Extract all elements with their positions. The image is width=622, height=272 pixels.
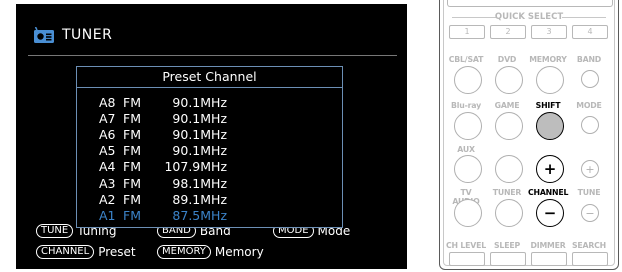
quick-select-3-button[interactable]: 3 [531, 25, 567, 39]
preset-number: A3 [99, 175, 116, 191]
popup-title: Preset Channel [77, 67, 342, 88]
memory-label: MEMORY [529, 55, 567, 64]
quick-select-2-button[interactable]: 2 [490, 25, 526, 39]
minus-icon: − [585, 206, 595, 220]
band-button[interactable] [581, 70, 599, 88]
preset-band: FM [123, 159, 141, 175]
aux-button[interactable] [454, 155, 482, 183]
preset-band: FM [123, 143, 141, 159]
remote-panel: QUICK SELECT 1 2 3 4 CBL/SAT DVD MEMORY … [443, 0, 615, 266]
plus-icon: + [543, 159, 557, 178]
legend-channel: CHANNEL Preset [36, 245, 136, 259]
memory-key: MEMORY [157, 245, 211, 259]
preset-row[interactable]: A6 FM 90.1MHz [99, 126, 227, 142]
preset-band: FM [123, 207, 141, 223]
dvd-button[interactable] [495, 66, 523, 94]
ch-level-button[interactable] [449, 252, 485, 266]
minus-icon: − [543, 203, 557, 222]
preset-band: FM [123, 175, 141, 191]
cbl-sat-button[interactable] [454, 66, 482, 94]
preset-number: A4 [99, 159, 116, 175]
tuner-button[interactable] [495, 199, 523, 227]
preset-frequency: 89.1MHz [172, 191, 227, 207]
channel-down-button[interactable]: − [536, 199, 564, 227]
preset-number: A7 [99, 110, 116, 126]
quick-select-1-button[interactable]: 1 [449, 25, 485, 39]
preset-band: FM [123, 191, 141, 207]
tuner-header: TUNER [34, 24, 112, 46]
legend-memory: MEMORY Memory [157, 245, 264, 259]
mode-button[interactable] [581, 116, 599, 134]
preset-frequency: 90.1MHz [172, 143, 227, 159]
preset-frequency: 87.5MHz [172, 207, 227, 223]
preset-list: A8 FM 90.1MHz A7 FM 90.1MHz A6 FM 90.1MH… [99, 94, 227, 224]
preset-channel-popup: Preset Channel A8 FM 90.1MHz A7 FM 90.1M… [76, 66, 343, 228]
blank-button[interactable] [495, 155, 523, 183]
memory-label: Memory [214, 245, 264, 259]
preset-frequency: 90.1MHz [172, 126, 227, 142]
channel-key: CHANNEL [36, 245, 95, 259]
preset-number: A5 [99, 143, 116, 159]
preset-band: FM [123, 126, 141, 142]
search-button[interactable] [572, 252, 608, 266]
search-label: SEARCH [571, 241, 607, 250]
preset-frequency: 90.1MHz [172, 110, 227, 126]
tune-down-button[interactable]: − [581, 204, 599, 222]
tv-screen: TUNER Preset Channel A8 FM 90.1MHz A7 FM… [16, 4, 407, 269]
preset-frequency: 107.9MHz [164, 159, 227, 175]
quick-select-rule-right [562, 17, 606, 18]
dvd-label: DVD [497, 55, 517, 64]
tune-label: TUNE [577, 188, 601, 197]
mode-label: MODE [576, 101, 602, 110]
tune-up-button[interactable]: + [581, 160, 599, 178]
ch-level-label: CH LEVEL [446, 241, 486, 250]
channel-up-button[interactable]: + [536, 155, 564, 183]
preset-row[interactable]: A8 FM 90.1MHz [99, 94, 227, 110]
preset-number: A6 [99, 126, 116, 142]
tuner-title: TUNER [62, 27, 113, 43]
blu-ray-label: Blu-ray [451, 101, 481, 110]
preset-row[interactable]: A4 FM 107.9MHz [99, 159, 227, 175]
memory-button[interactable] [536, 66, 564, 94]
preset-row-selected[interactable]: A1 FM 87.5MHz [99, 207, 227, 223]
dimmer-label: DIMMER [530, 241, 566, 250]
preset-row[interactable]: A5 FM 90.1MHz [99, 143, 227, 159]
game-button[interactable] [495, 112, 523, 140]
band-label: BAND [576, 55, 602, 64]
cbl-sat-label: CBL/SAT [448, 55, 484, 64]
tuner-label: TUNER [492, 188, 522, 197]
preset-number: A1 [99, 207, 116, 223]
channel-label: Preset [98, 245, 136, 259]
tune-key: TUNE [36, 224, 74, 238]
radio-icon [34, 27, 54, 43]
plus-icon: + [585, 162, 595, 176]
dimmer-button[interactable] [531, 252, 567, 266]
sleep-button[interactable] [490, 252, 526, 266]
blu-ray-button[interactable] [454, 112, 482, 140]
preset-number: A2 [99, 191, 116, 207]
channel-label: CHANNEL [528, 188, 569, 197]
preset-row[interactable]: A2 FM 89.1MHz [99, 191, 227, 207]
game-label: GAME [494, 101, 520, 110]
preset-row[interactable]: A7 FM 90.1MHz [99, 110, 227, 126]
quick-select-4-button[interactable]: 4 [572, 25, 608, 39]
remote-control: QUICK SELECT 1 2 3 4 CBL/SAT DVD MEMORY … [439, 0, 619, 270]
header-divider [28, 55, 397, 56]
shift-label: SHIFT [535, 101, 561, 110]
sleep-label: SLEEP [494, 241, 520, 250]
preset-frequency: 90.1MHz [172, 94, 227, 110]
preset-band: FM [123, 94, 141, 110]
aux-label: AUX [457, 145, 475, 154]
tv-audio-button[interactable] [454, 199, 482, 227]
top-button-strip[interactable] [447, 0, 613, 7]
preset-band: FM [123, 110, 141, 126]
preset-row[interactable]: A3 FM 98.1MHz [99, 175, 227, 191]
preset-frequency: 98.1MHz [172, 175, 227, 191]
shift-button[interactable] [536, 112, 564, 140]
preset-number: A8 [99, 94, 116, 110]
